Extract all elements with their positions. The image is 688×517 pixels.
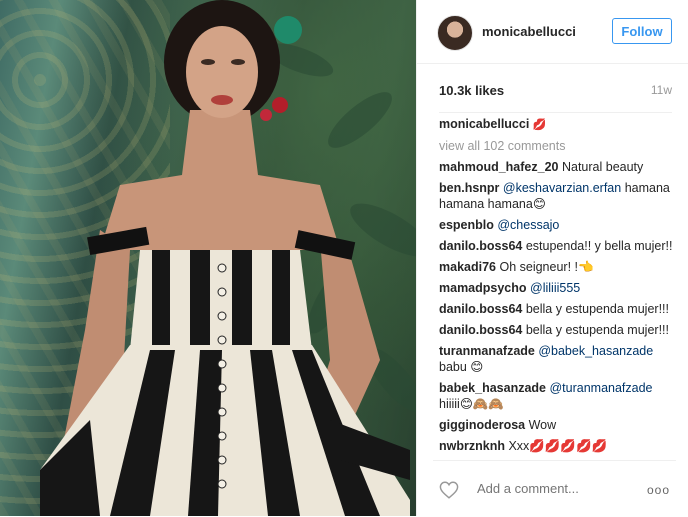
likes-count[interactable]: 10.3k likes — [439, 83, 504, 98]
portrait-illustration — [40, 0, 416, 516]
comment-mention[interactable]: @liliii555 — [530, 281, 580, 295]
comment: turanmanafzade @babek_hasanzade babu 😊 — [439, 343, 676, 375]
comment-username[interactable]: mamadpsycho — [439, 281, 527, 295]
comment-username[interactable]: nwbrznknh — [439, 439, 505, 453]
comment: danilo.boss64 bella y estupenda mujer!!! — [439, 301, 676, 317]
post-photo[interactable] — [0, 0, 416, 516]
comment-username[interactable]: mahmoud_hafez_20 — [439, 160, 558, 174]
comment-username[interactable]: danilo.boss64 — [439, 302, 522, 316]
header-username[interactable]: monicabellucci — [482, 24, 576, 39]
view-all-comments-link[interactable]: view all 102 comments — [439, 138, 676, 154]
comment: ben.hsnpr @keshavarzian.erfan hamana ham… — [439, 180, 676, 212]
comment-text: babu 😊 — [439, 360, 484, 374]
heart-icon[interactable] — [439, 481, 459, 499]
comment: danilo.boss64 bella y estupenda mujer!!! — [439, 322, 676, 338]
comment-username[interactable]: gigginoderosa — [439, 418, 525, 432]
comment: danilo.boss64 estupenda!! y bella mujer!… — [439, 238, 676, 254]
comment: mamadpsycho @liliii555 — [439, 280, 676, 296]
comment-mention[interactable]: @chessajo — [497, 218, 559, 232]
comment: mahmoud_hafez_20 Natural beauty — [439, 159, 676, 175]
post-stats: 10.3k likes 11w — [439, 64, 672, 113]
add-comment-input[interactable] — [477, 481, 627, 496]
comment: gigginoderosa Wow — [439, 417, 676, 433]
caption-username[interactable]: monicabellucci — [439, 117, 529, 131]
post-sidebar: monicabellucci Follow 10.3k likes 11w mo… — [416, 0, 688, 516]
comment-username[interactable]: danilo.boss64 — [439, 239, 522, 253]
post-age[interactable]: 11w — [651, 83, 672, 97]
post-header: monicabellucci Follow — [417, 0, 688, 64]
comment-text: hiiiii😊🙈🙈 — [439, 397, 504, 411]
comment-text: Xxx💋💋💋💋💋 — [508, 439, 608, 453]
comment-text: bella y estupenda mujer!!! — [525, 302, 669, 316]
comment-username[interactable]: babek_hasanzade — [439, 381, 546, 395]
comment-text: estupenda!! y bella mujer!! — [525, 239, 673, 253]
comment-username[interactable]: ben.hsnpr — [439, 181, 499, 195]
post-footer: ooo — [433, 460, 676, 517]
comment: babek_hasanzade @turanmanafzade hiiiii😊🙈… — [439, 380, 676, 412]
comments-list: monicabellucci 💋 view all 102 comments m… — [439, 116, 676, 459]
comment-username[interactable]: makadi76 — [439, 260, 496, 274]
comment: makadi76 Oh seigneur! !👈 — [439, 259, 676, 275]
avatar[interactable] — [437, 15, 473, 51]
caption-text: 💋 — [532, 119, 547, 131]
comment-mention[interactable]: @turanmanafzade — [549, 381, 652, 395]
comment-mention[interactable]: @babek_hasanzade — [538, 344, 653, 358]
comment-username[interactable]: espenblo — [439, 218, 494, 232]
comment-username[interactable]: turanmanafzade — [439, 344, 535, 358]
caption: monicabellucci 💋 — [439, 116, 676, 133]
comment-mention[interactable]: @keshavarzian.erfan — [503, 181, 621, 195]
comment: espenblo @chessajo — [439, 217, 676, 233]
comment-text: bella y estupenda mujer!!! — [525, 323, 669, 337]
comment-username[interactable]: danilo.boss64 — [439, 323, 522, 337]
comment-text: Natural beauty — [561, 160, 644, 174]
more-options-icon[interactable]: ooo — [647, 483, 670, 497]
comment: nwbrznknh Xxx💋💋💋💋💋 — [439, 438, 676, 454]
comment-text: Oh seigneur! !👈 — [499, 260, 594, 274]
instagram-post: monicabellucci Follow 10.3k likes 11w mo… — [0, 0, 688, 516]
comment-text: Wow — [528, 418, 557, 432]
follow-button[interactable]: Follow — [612, 18, 672, 44]
